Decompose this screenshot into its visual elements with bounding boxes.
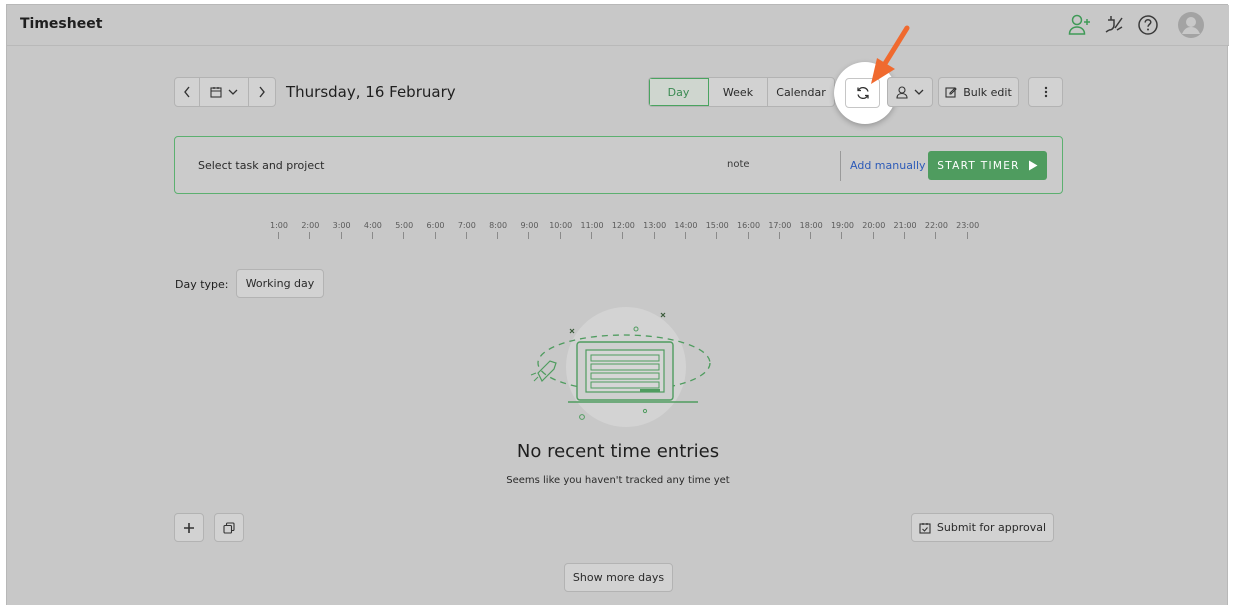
timeline-tick: [872, 232, 874, 239]
copy-entries-button[interactable]: [214, 513, 244, 542]
timeline-tick: [622, 232, 624, 239]
timeline-hour: 14:00: [674, 221, 698, 230]
timeline-hour: 22:00: [924, 221, 948, 230]
add-manually-link[interactable]: Add manually: [850, 159, 926, 172]
copy-icon: [223, 521, 235, 534]
timeline-hour: 23:00: [956, 221, 980, 230]
submit-for-approval-button[interactable]: Submit for approval: [911, 513, 1054, 542]
view-switcher: Day Week Calendar: [648, 77, 835, 107]
plus-icon: [184, 522, 194, 533]
timeline-tick: [716, 232, 718, 239]
timeline-hour: 16:00: [737, 221, 761, 230]
timeline-tick: [653, 232, 655, 239]
day-type-value: Working day: [245, 277, 315, 290]
previous-day-button[interactable]: [174, 77, 200, 107]
add-entry-button[interactable]: [174, 513, 204, 542]
timeline-tick: [434, 232, 436, 239]
empty-laptop-illustration: [530, 307, 711, 427]
page-title: Timesheet: [20, 16, 103, 32]
avatar[interactable]: [1177, 11, 1205, 39]
timeline-hour: 11:00: [580, 221, 604, 230]
integrations-plug-icon[interactable]: [1102, 13, 1126, 37]
app-window: Timesheet Thursday, 16 February Day Week…: [6, 4, 1229, 605]
play-icon: [1028, 160, 1038, 171]
edit-icon: [945, 87, 957, 98]
timeline-hour: 3:00: [332, 221, 351, 230]
start-timer-button[interactable]: START TIMER: [928, 151, 1047, 180]
calendar-check-icon: [919, 522, 931, 534]
chevron-right-icon: [259, 86, 265, 98]
day-type-select[interactable]: Working day: [236, 269, 324, 298]
timeline-hour: 21:00: [893, 221, 917, 230]
timeline-tick: [684, 232, 686, 239]
task-project-select[interactable]: Select task and project: [198, 159, 324, 172]
timeline-hour: 13:00: [643, 221, 667, 230]
timeline-hour: 2:00: [301, 221, 320, 230]
timeline-tick: [841, 232, 843, 239]
tab-calendar[interactable]: Calendar: [768, 78, 834, 106]
empty-state-title: No recent time entries: [516, 441, 720, 462]
timeline-tick: [403, 232, 405, 239]
bulk-edit-label: Bulk edit: [963, 85, 1012, 99]
start-timer-label: START TIMER: [937, 159, 1020, 172]
chevron-down-icon: [228, 89, 238, 95]
timeline-hour: 1:00: [270, 221, 288, 230]
bulk-edit-button[interactable]: Bulk edit: [938, 77, 1019, 107]
timeline-hour: 17:00: [768, 221, 792, 230]
calendar-icon: [210, 87, 222, 98]
timeline-hour: 12:00: [611, 221, 635, 230]
timeline-hour: 7:00: [457, 221, 476, 230]
timeline-tick: [778, 232, 780, 239]
timeline-hour: 10:00: [549, 221, 573, 230]
chevron-left-icon: [184, 86, 190, 98]
timeline-tick: [371, 232, 373, 239]
timeline-hour: 6:00: [426, 221, 445, 230]
timeline-tick: [465, 232, 467, 239]
timeline-hour: 8:00: [489, 221, 508, 230]
timeline-tick: [559, 232, 561, 239]
show-more-label: Show more days: [572, 571, 665, 584]
divider: [840, 151, 841, 181]
more-options-button[interactable]: [1028, 77, 1063, 107]
top-bar: Timesheet: [7, 5, 1229, 46]
timeline-hour: 19:00: [830, 221, 854, 230]
timeline-tick: [810, 232, 812, 239]
timeline-tick: [966, 232, 968, 239]
current-date: Thursday, 16 February: [286, 83, 456, 101]
date-picker-button[interactable]: [199, 77, 249, 107]
timeline-hour: 18:00: [799, 221, 823, 230]
timeline-hour: 20:00: [862, 221, 886, 230]
day-timeline: 1:00 2:00 3:00 4:00 5:00 6:00 7:00 8:00 9:00 10:0…: [264, 221, 984, 245]
timeline-hour: 15:00: [705, 221, 729, 230]
user-filter-button[interactable]: [887, 77, 933, 107]
note-input[interactable]: note: [727, 159, 750, 170]
tab-week[interactable]: Week: [709, 78, 768, 106]
timeline-tick: [497, 232, 499, 239]
timeline-tick: [309, 232, 311, 239]
timeline-hour: 9:00: [520, 221, 539, 230]
timeline-tick: [904, 232, 906, 239]
timeline-tick: [528, 232, 530, 239]
timeline-hour: 5:00: [395, 221, 414, 230]
timeline-hour: 4:00: [363, 221, 382, 230]
user-icon: [896, 85, 908, 99]
chevron-down-icon: [914, 89, 924, 95]
timeline-tick: [340, 232, 342, 239]
day-type-label: Day type:: [175, 278, 229, 291]
more-vertical-icon: [1044, 86, 1047, 98]
add-user-icon[interactable]: [1068, 13, 1092, 37]
submit-label: Submit for approval: [936, 521, 1047, 534]
timeline-tick: [278, 232, 279, 239]
timeline-tick: [935, 232, 937, 239]
tab-day[interactable]: Day: [649, 78, 709, 106]
empty-state-subtitle: Seems like you haven't tracked any time …: [506, 475, 730, 486]
timer-bar: Select task and project note Add manuall…: [174, 136, 1063, 194]
timeline-tick: [747, 232, 749, 239]
timeline-tick: [591, 232, 593, 239]
help-icon[interactable]: [1136, 13, 1160, 37]
show-more-days-button[interactable]: Show more days: [564, 563, 673, 592]
next-day-button[interactable]: [248, 77, 276, 107]
